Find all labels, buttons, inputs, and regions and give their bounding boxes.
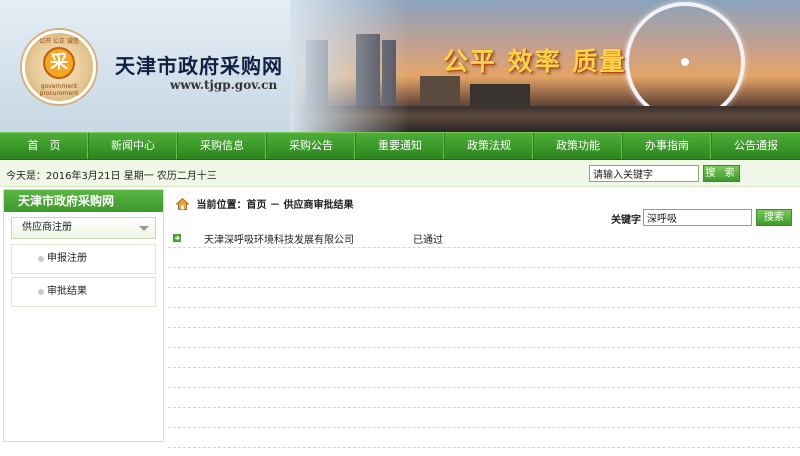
nav-item-home[interactable]: 首 页	[0, 133, 89, 159]
emblem-char: 采	[43, 47, 75, 79]
keyword-label: 关键字	[611, 215, 641, 226]
breadcrumb: 当前位置：首页 － 供应商审批结果	[176, 196, 353, 211]
site-url: www.tjgp.gov.cn	[170, 78, 278, 92]
info-bar: 今天是：2016年3月21日 星期一 农历二月十三 搜 索	[0, 160, 800, 187]
main-nav: 首 页 新闻中心 采购信息 采购公告 重要通知 政策法规 政策功能 办事指南 公…	[0, 132, 800, 160]
nav-item-policy-functions[interactable]: 政策功能	[534, 133, 623, 159]
breadcrumb-text: 当前位置：首页 － 供应商审批结果	[196, 200, 354, 211]
empty-row	[168, 328, 800, 348]
bullet-icon	[38, 256, 44, 262]
list-item: 天津深呼吸环境科技发展有限公司 已通过	[168, 228, 800, 248]
sidebar-title: 天津市政府采购网	[4, 190, 163, 212]
menu-header-supplier-registration[interactable]: 供应商注册	[11, 217, 156, 239]
menu-header-label: 供应商注册	[22, 222, 72, 233]
company-link[interactable]: 天津深呼吸环境科技发展有限公司	[204, 231, 354, 246]
ferris-wheel	[625, 2, 745, 122]
top-search-input[interactable]	[589, 165, 699, 182]
sidebar: 天津市政府采购网 供应商注册 申报注册 审批结果	[3, 189, 164, 442]
chevron-down-icon	[139, 226, 149, 231]
nav-item-guide[interactable]: 办事指南	[623, 133, 712, 159]
slogan: 公平 效率 质量	[443, 47, 627, 76]
empty-row	[168, 428, 800, 448]
sidebar-item-label: 审批结果	[47, 286, 87, 297]
sidebar-item-label: 申报注册	[47, 253, 87, 264]
home-icon	[176, 198, 189, 210]
top-search-button[interactable]: 搜 索	[703, 165, 740, 182]
results-list: 天津深呼吸环境科技发展有限公司 已通过	[168, 228, 800, 448]
site-banner: 公开 公正 诚信 采 government procurement 天津市政府采…	[0, 0, 800, 132]
sidebar-item-approval-results[interactable]: 审批结果	[11, 277, 156, 307]
nav-item-announcements[interactable]: 采购公告	[267, 133, 356, 159]
site-name: 天津市政府采购网	[115, 54, 283, 78]
nav-item-news[interactable]: 新闻中心	[89, 133, 178, 159]
keyword-search-button[interactable]: 搜索	[756, 209, 792, 226]
nav-item-notices[interactable]: 重要通知	[356, 133, 445, 159]
emblem-bottom-text: government procurement	[39, 83, 79, 97]
bullet-icon	[38, 289, 44, 295]
empty-row	[168, 388, 800, 408]
sidebar-item-apply-registration[interactable]: 申报注册	[11, 244, 156, 274]
emblem-top-text: 公开 公正 诚信	[39, 38, 79, 45]
empty-row	[168, 308, 800, 328]
nav-item-bulletins[interactable]: 公告通报	[712, 133, 800, 159]
empty-row	[168, 408, 800, 428]
empty-row	[168, 368, 800, 388]
date-text: 今天是：2016年3月21日 星期一 农历二月十三	[6, 171, 217, 182]
nav-item-procurement-info[interactable]: 采购信息	[178, 133, 267, 159]
empty-row	[168, 288, 800, 308]
nav-item-regulations[interactable]: 政策法规	[445, 133, 534, 159]
empty-row	[168, 348, 800, 368]
empty-row	[168, 268, 800, 288]
skyline-building	[420, 76, 460, 110]
empty-row	[168, 248, 800, 268]
procurement-logo: 公开 公正 诚信 采 government procurement	[22, 30, 96, 104]
keyword-input[interactable]	[643, 209, 752, 226]
status-text: 已通过	[413, 235, 443, 246]
arrow-right-icon	[173, 234, 181, 242]
